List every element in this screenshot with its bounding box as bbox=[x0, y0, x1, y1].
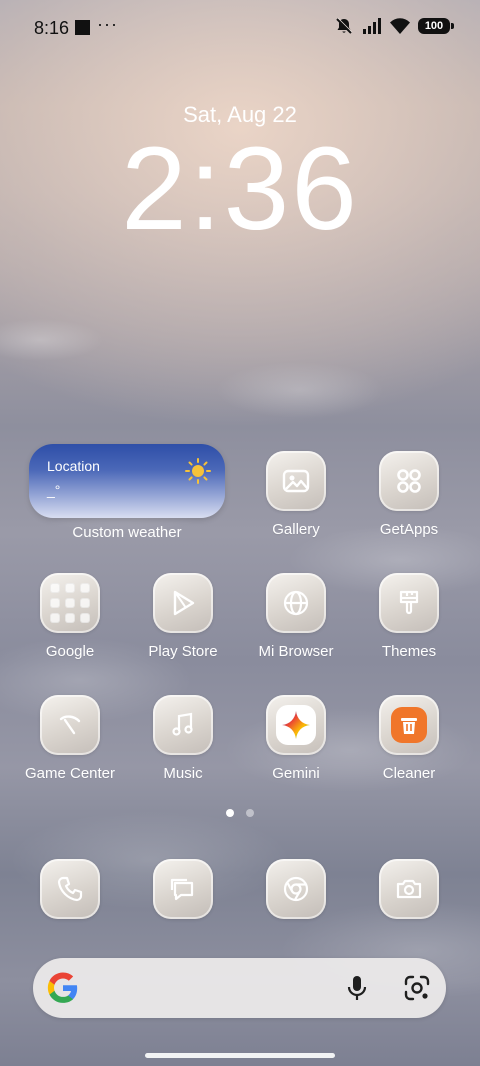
status-time: 8:16 bbox=[34, 18, 70, 38]
page-indicator[interactable] bbox=[0, 809, 480, 817]
app-label: GetApps bbox=[379, 521, 439, 538]
gemini-tile[interactable] bbox=[266, 695, 326, 755]
sun-icon bbox=[185, 458, 211, 484]
app-label: Cleaner bbox=[382, 765, 436, 782]
battery-icon: 100 bbox=[418, 18, 454, 34]
app-game-center[interactable]: Game Center bbox=[15, 695, 125, 782]
app-label: Gemini bbox=[272, 765, 320, 782]
weather-location: Location bbox=[47, 458, 100, 474]
app-label: Game Center bbox=[24, 765, 116, 782]
app-play-store[interactable]: Play Store bbox=[128, 573, 238, 660]
gemini-star-icon bbox=[282, 711, 310, 739]
getapps-tile[interactable] bbox=[379, 451, 439, 511]
messages-tile[interactable] bbox=[153, 859, 213, 919]
paintbrush-icon bbox=[399, 590, 419, 615]
google-folder-tile[interactable] bbox=[40, 573, 100, 633]
game-center-tile[interactable] bbox=[40, 695, 100, 755]
weather-widget-label: Custom weather bbox=[72, 524, 182, 541]
chrome-tile[interactable] bbox=[266, 859, 326, 919]
status-bar: 8:16 ··· 100 bbox=[0, 0, 480, 56]
clock-time[interactable]: 2:36 bbox=[0, 130, 480, 248]
app-label: Mi Browser bbox=[258, 643, 334, 660]
google-search-bar[interactable] bbox=[33, 958, 446, 1018]
cleaner-tile[interactable] bbox=[379, 695, 439, 755]
dock-camera[interactable] bbox=[354, 859, 464, 919]
folder-preview-icon bbox=[50, 583, 90, 623]
camera-icon bbox=[396, 879, 422, 899]
wifi-icon bbox=[390, 18, 410, 34]
app-gallery[interactable]: Gallery bbox=[241, 451, 351, 538]
app-label: Themes bbox=[381, 643, 437, 660]
google-g-icon[interactable] bbox=[46, 971, 80, 1005]
music-tile[interactable] bbox=[153, 695, 213, 755]
page-dot-active[interactable] bbox=[226, 809, 234, 817]
app-label: Gallery bbox=[272, 521, 320, 538]
app-label: Play Store bbox=[148, 643, 218, 660]
gesture-home-bar[interactable] bbox=[145, 1053, 335, 1058]
app-gemini[interactable]: Gemini bbox=[241, 695, 351, 782]
gallery-icon bbox=[282, 469, 310, 493]
app-cleaner[interactable]: Cleaner bbox=[354, 695, 464, 782]
overflow-dots-icon: ··· bbox=[97, 14, 118, 34]
wallpaper-clouds bbox=[0, 300, 480, 1066]
square-notification-icon bbox=[75, 20, 90, 35]
google-lens-icon[interactable] bbox=[403, 974, 431, 1002]
play-store-icon bbox=[173, 590, 195, 616]
app-label: Music bbox=[163, 765, 203, 782]
dock-phone[interactable] bbox=[15, 859, 125, 919]
app-getapps[interactable]: GetApps bbox=[354, 451, 464, 538]
dock-messages[interactable] bbox=[128, 859, 238, 919]
themes-tile[interactable] bbox=[379, 573, 439, 633]
signal-icon bbox=[363, 18, 381, 34]
play-store-tile[interactable] bbox=[153, 573, 213, 633]
dock-chrome[interactable] bbox=[241, 859, 351, 919]
music-note-icon bbox=[172, 712, 193, 736]
mi-browser-tile[interactable] bbox=[266, 573, 326, 633]
phone-icon bbox=[57, 876, 83, 902]
gallery-tile[interactable] bbox=[266, 451, 326, 511]
trash-icon bbox=[401, 718, 417, 734]
globe-icon bbox=[283, 590, 309, 616]
folder-google[interactable]: Google bbox=[15, 573, 125, 660]
game-center-icon bbox=[59, 715, 81, 735]
phone-tile[interactable] bbox=[40, 859, 100, 919]
page-dot[interactable] bbox=[246, 809, 254, 817]
camera-tile[interactable] bbox=[379, 859, 439, 919]
app-label: Google bbox=[45, 643, 95, 660]
app-music[interactable]: Music bbox=[128, 695, 238, 782]
app-themes[interactable]: Themes bbox=[354, 573, 464, 660]
weather-temperature: _° bbox=[47, 482, 61, 498]
app-mi-browser[interactable]: Mi Browser bbox=[241, 573, 351, 660]
messages-icon bbox=[170, 878, 194, 901]
microphone-icon[interactable] bbox=[343, 974, 371, 1002]
chrome-icon bbox=[283, 876, 309, 902]
getapps-icon bbox=[397, 469, 421, 493]
weather-widget[interactable]: Location _° bbox=[29, 444, 225, 518]
mute-icon bbox=[336, 17, 353, 34]
